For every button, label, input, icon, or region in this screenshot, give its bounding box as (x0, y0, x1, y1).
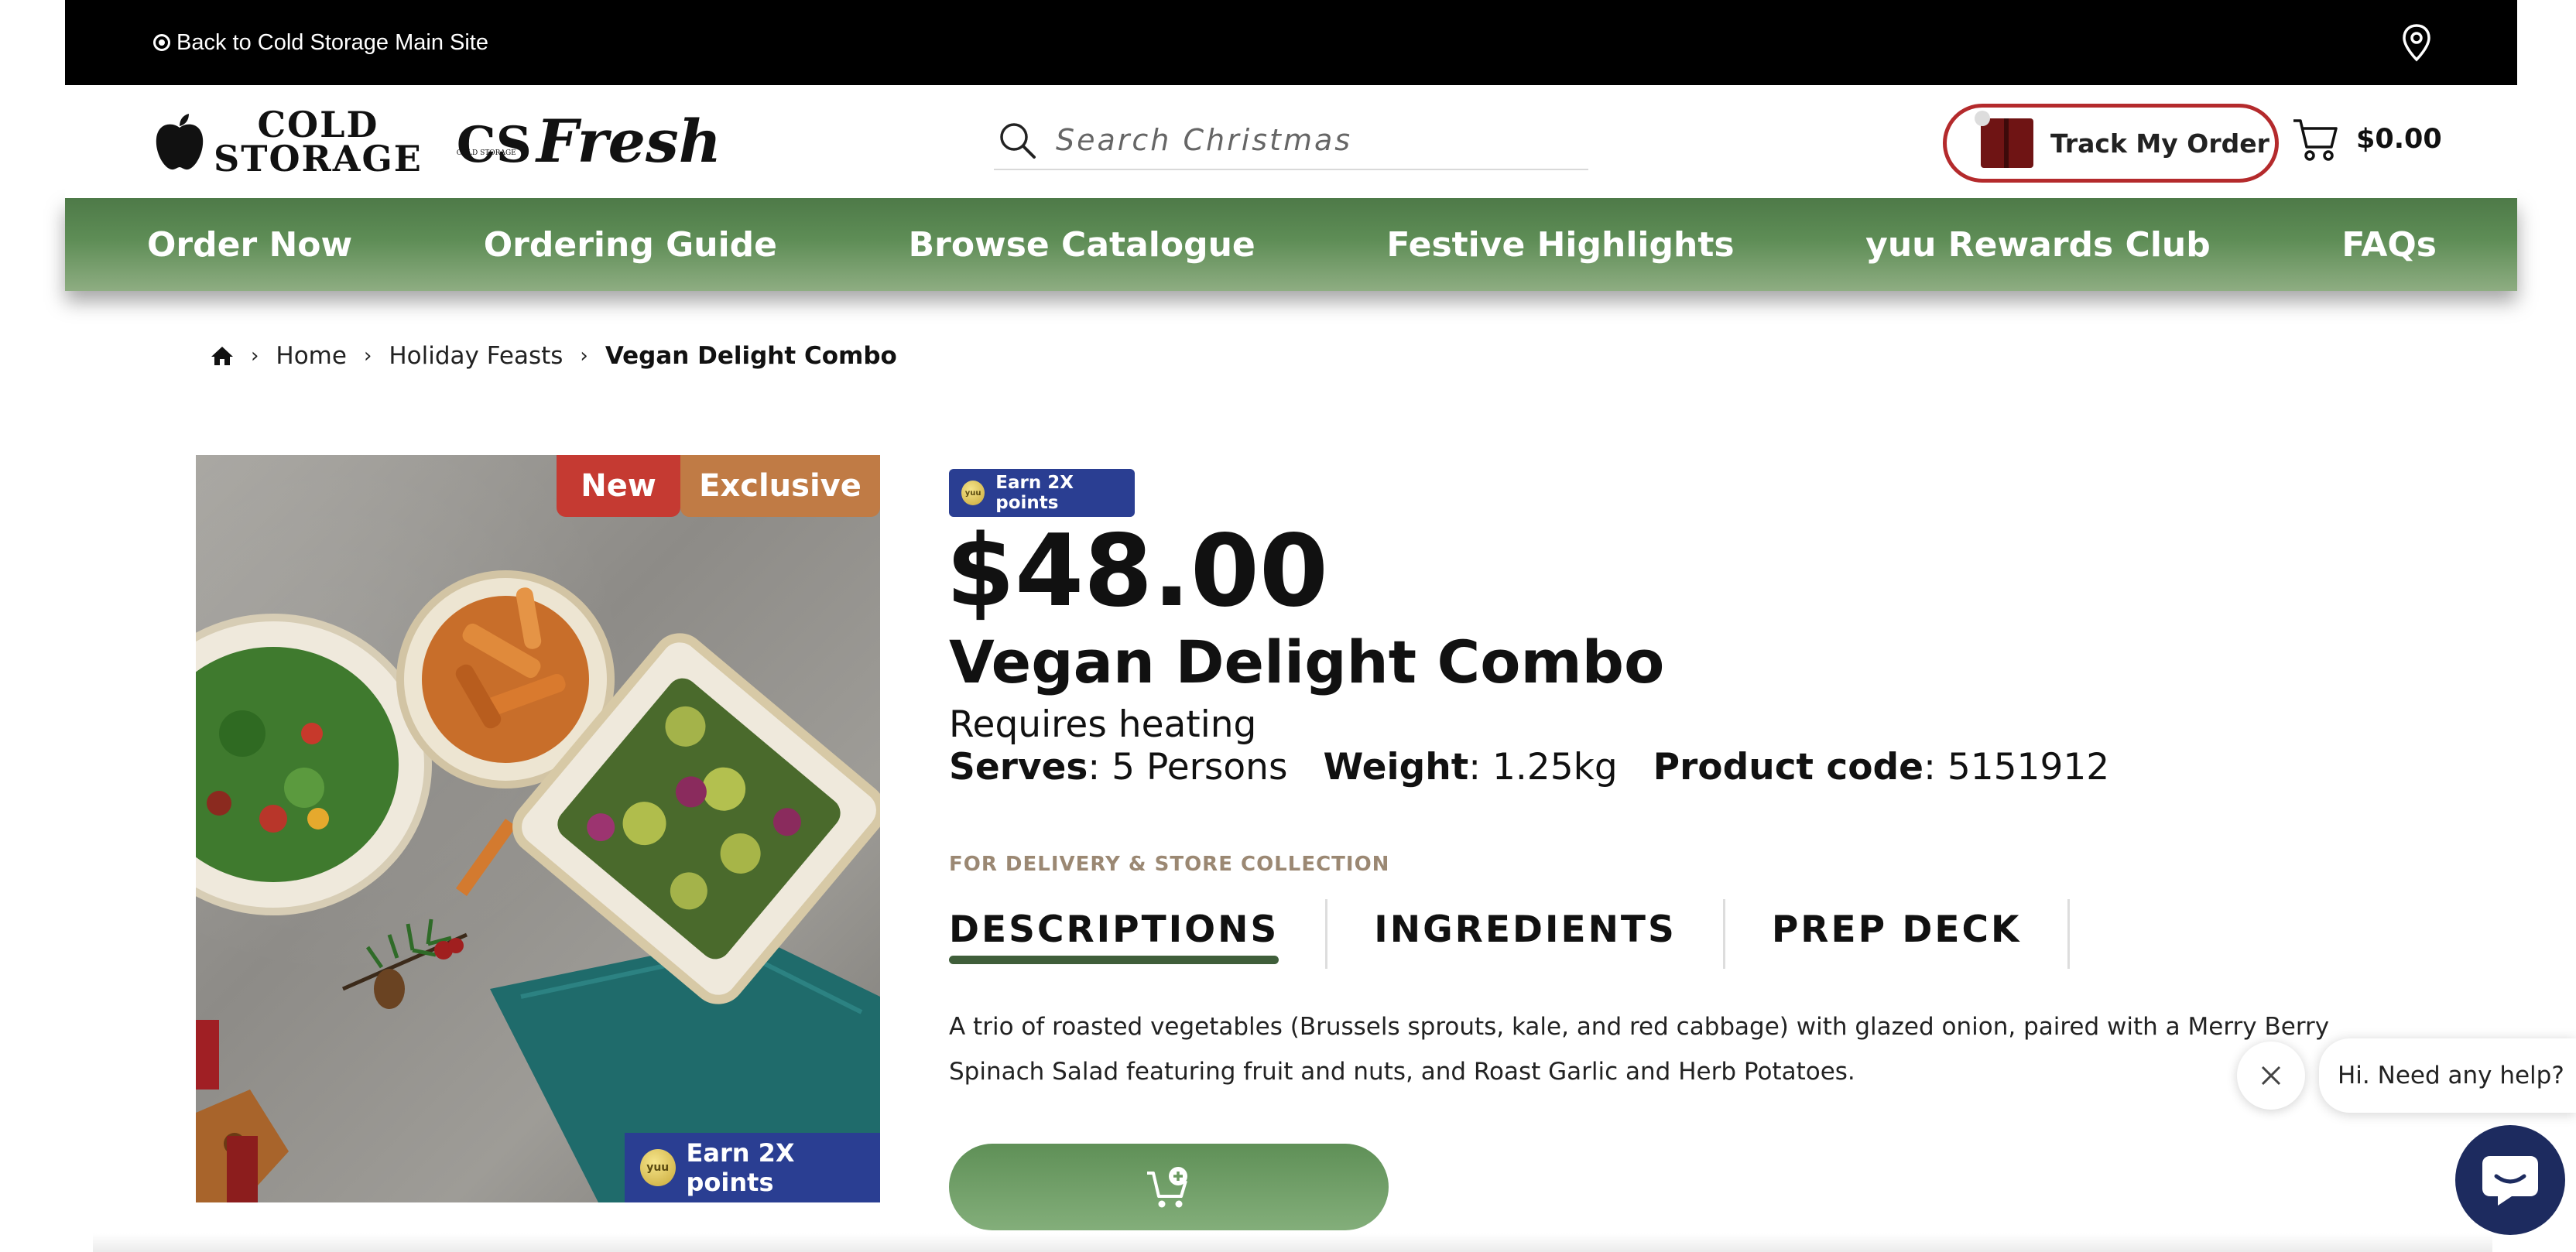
nav-item-festive-highlights[interactable]: Festive Highlights (1386, 225, 1734, 265)
breadcrumb-current: Vegan Delight Combo (605, 342, 897, 370)
serves-label: Serves (949, 746, 1088, 788)
gift-box-icon (1975, 111, 2033, 168)
back-link-label: Back to Cold Storage Main Site (176, 29, 488, 55)
back-to-main-site-link[interactable]: Back to Cold Storage Main Site (153, 30, 488, 56)
nav-item-yuu-rewards-club[interactable]: yuu Rewards Club (1865, 225, 2211, 265)
tab-prep-deck[interactable]: PREP DECK (1725, 899, 2071, 969)
points-pill-label: Earn 2X points (995, 473, 1074, 513)
nav-item-browse-catalogue[interactable]: Browse Catalogue (909, 225, 1255, 265)
main-nav: Order Now Ordering Guide Browse Catalogu… (65, 198, 2517, 291)
tab-descriptions[interactable]: DESCRIPTIONS (949, 899, 1328, 969)
add-to-cart-icon (1147, 1167, 1187, 1208)
product-image[interactable]: New Exclusive yuu Earn 2X points (196, 455, 880, 1202)
chevron-right-icon: › (363, 344, 372, 368)
cs-tagline: COLD STORAGE (456, 149, 516, 157)
cart-button[interactable]: $0.00 (2291, 116, 2442, 162)
product-title: Vegan Delight Combo (949, 628, 1665, 696)
weight-value: : 1.25kg (1468, 746, 1618, 788)
product-price: $48.00 (946, 514, 1328, 629)
nav-item-faqs[interactable]: FAQs (2341, 225, 2437, 265)
logo-line-1: COLD (257, 104, 379, 145)
chat-greeting-bubble[interactable]: Hi. Need any help? (2319, 1038, 2576, 1113)
delivery-note: FOR DELIVERY & STORE COLLECTION (949, 853, 1390, 876)
nav-item-order-now[interactable]: Order Now (147, 225, 352, 265)
yuu-coin-icon: yuu (640, 1149, 676, 1186)
page-frame: Back to Cold Storage Main Site COLD STOR… (65, 0, 2517, 291)
heating-note: Requires heating (949, 703, 1257, 746)
yuu-coin-icon: yuu (961, 481, 985, 505)
breadcrumb-category[interactable]: Holiday Feasts (389, 342, 563, 370)
cs-fresh-logo[interactable]: CS COLD STORAGE Fresh (457, 107, 722, 176)
earn-points-pill: yuu Earn 2X points (949, 469, 1135, 517)
search-input[interactable] (1056, 123, 1567, 157)
product-description: A trio of roasted vegetables (Brussels s… (949, 1013, 2330, 1086)
new-badge: New (557, 455, 680, 517)
fresh-wordmark: Fresh (536, 107, 722, 176)
breadcrumb-home[interactable]: Home (276, 342, 347, 370)
chevron-right-icon: › (580, 344, 588, 368)
track-my-order-button[interactable]: Track My Order (1943, 104, 2279, 183)
chat-launcher-button[interactable] (2455, 1125, 2565, 1235)
exclusive-badge: Exclusive (680, 455, 880, 517)
top-bar: Back to Cold Storage Main Site (65, 0, 2517, 85)
home-icon[interactable] (211, 345, 234, 367)
site-header: COLD STORAGE CS COLD STORAGE Fresh Track… (65, 85, 2517, 198)
apple-logo-icon (156, 114, 204, 170)
product-code-value: : 5151912 (1923, 746, 2110, 788)
bottom-section-edge (93, 1233, 2492, 1252)
serves-value: : 5 Persons (1088, 746, 1288, 788)
logo-line-2: STORAGE (214, 138, 423, 180)
track-order-label: Track My Order (2050, 128, 2269, 159)
chat-icon (2482, 1156, 2538, 1206)
cold-storage-wordmark: COLD STORAGE (214, 104, 423, 180)
serves-spec: Serves: 5 Persons (949, 744, 1287, 791)
close-icon (2261, 1066, 2281, 1086)
image-points-label: Earn 2X points (686, 1138, 795, 1197)
product-code-spec: Product code: 5151912 (1653, 744, 2110, 791)
nav-item-ordering-guide[interactable]: Ordering Guide (484, 225, 777, 265)
cold-storage-logo[interactable]: COLD STORAGE (153, 104, 423, 180)
search-icon[interactable] (997, 120, 1037, 160)
product-code-label: Product code (1653, 746, 1924, 788)
weight-label: Weight (1323, 746, 1469, 788)
product-specs: Serves: 5 Persons Weight: 1.25kg Product… (949, 744, 2109, 791)
cart-total: $0.00 (2356, 124, 2442, 155)
cs-mark: CS COLD STORAGE (457, 121, 532, 170)
shopping-cart-icon (2293, 119, 2338, 161)
add-to-cart-button[interactable] (949, 1144, 1389, 1230)
tab-ingredients[interactable]: INGREDIENTS (1327, 899, 1725, 969)
circle-dot-icon (153, 34, 170, 51)
product-tabs: DESCRIPTIONS INGREDIENTS PREP DECK (949, 899, 2071, 969)
weight-spec: Weight: 1.25kg (1323, 744, 1617, 791)
image-earn-points-badge: yuu Earn 2X points (625, 1133, 880, 1202)
chat-dismiss-button[interactable] (2237, 1042, 2305, 1110)
breadcrumb: › Home › Holiday Feasts › Vegan Delight … (211, 342, 897, 370)
chevron-right-icon: › (251, 344, 259, 368)
search-bar (994, 111, 1588, 170)
food-photo (196, 570, 880, 1202)
location-pin-icon[interactable] (2401, 23, 2432, 62)
